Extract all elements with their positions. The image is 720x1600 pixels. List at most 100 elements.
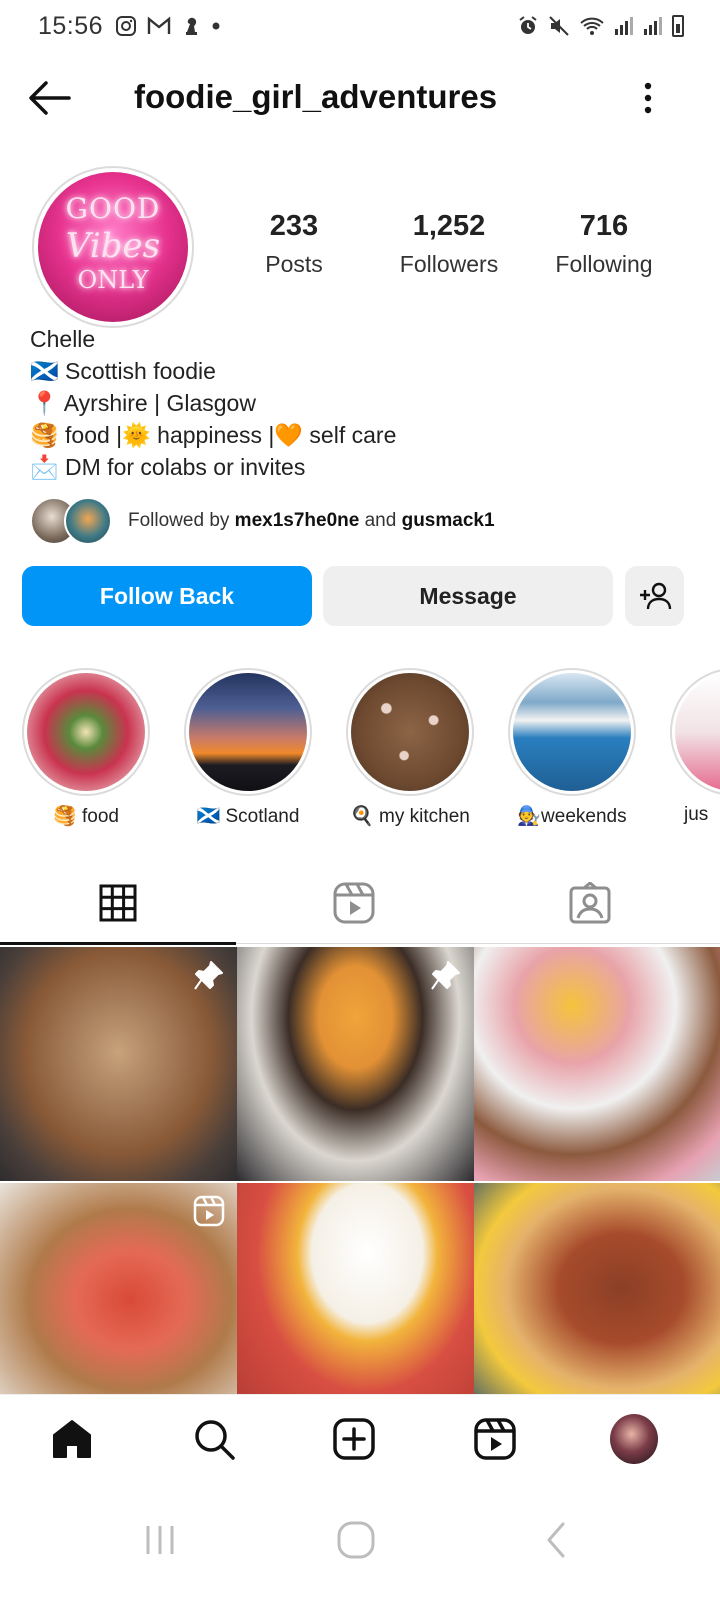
gmail-icon — [147, 16, 171, 34]
stat-label: Posts — [265, 251, 323, 277]
home-button[interactable] — [336, 1520, 376, 1560]
system-navigation-bar — [0, 1486, 720, 1600]
story-highlights: 🥞 food 🏴󠁧󠁢󠁳󠁣󠁴󠁿 Scotland 🍳 my kitchen 🧑‍🔧… — [0, 668, 720, 838]
home-icon — [53, 1420, 91, 1458]
highlight-cover — [27, 673, 145, 791]
nav-search[interactable] — [190, 1415, 238, 1463]
recent-apps-icon — [146, 1526, 174, 1554]
status-system-icons — [517, 15, 684, 37]
wifi-icon — [580, 17, 604, 35]
followed-by-text: Followed by mex1s7he0ne and gusmack1 — [128, 510, 495, 532]
grid-icon — [99, 884, 137, 922]
bio-line: 📩 DM for colabs or invites — [30, 454, 306, 480]
status-time: 15:56 — [38, 11, 104, 40]
avatar-neon-text: ONLY — [77, 266, 149, 294]
mutual-followers[interactable]: Followed by mex1s7he0ne and gusmack1 — [30, 494, 495, 548]
back-button[interactable] — [26, 78, 76, 118]
stat-value: 716 — [579, 210, 629, 242]
signal-icon — [644, 17, 662, 35]
stat-value: 233 — [269, 210, 319, 242]
suggested-users-button[interactable] — [625, 566, 684, 626]
status-notification-icons — [115, 15, 221, 37]
highlight-label: 🏴󠁧󠁢󠁳󠁣󠁴󠁿 Scotland — [196, 806, 300, 827]
stat-followers[interactable]: 1,252 Followers — [379, 210, 519, 278]
reels-icon — [474, 1418, 516, 1460]
avatar — [64, 497, 112, 545]
profile-avatar — [610, 1414, 658, 1464]
highlight-cover — [513, 673, 631, 791]
chevron-left-icon — [547, 1522, 565, 1558]
stat-value: 1,252 — [412, 210, 486, 242]
bio-line: 🏴󠁧󠁢󠁳󠁣󠁴󠁿 Scottish foodie — [30, 358, 216, 384]
tagged-icon — [569, 882, 611, 924]
tab-reels[interactable] — [236, 862, 472, 944]
highlight-ring — [184, 668, 312, 796]
profile-avatar-image: GOOD Vibes ONLY — [38, 172, 188, 322]
highlight-ring — [22, 668, 150, 796]
instagram-icon — [116, 16, 137, 36]
stat-posts[interactable]: 233 Posts — [224, 210, 364, 278]
highlight-ring — [508, 668, 636, 796]
tab-tagged[interactable] — [472, 862, 708, 944]
highlight-label: 🍳 my kitchen — [350, 806, 470, 827]
alarm-icon — [519, 16, 537, 34]
highlight-cover — [675, 673, 720, 791]
followed-by-user[interactable]: gusmack1 — [402, 510, 495, 531]
highlight-cover — [351, 673, 469, 791]
profile-username: foodie_girl_adventures — [134, 78, 498, 115]
reel-icon — [193, 1195, 225, 1227]
avatar-neon-text: GOOD — [65, 192, 161, 225]
more-vertical-icon — [644, 82, 652, 114]
nav-reels[interactable] — [471, 1415, 519, 1463]
more-options-button[interactable] — [640, 78, 680, 118]
post-thumbnail[interactable] — [237, 947, 474, 1181]
message-button[interactable]: Message — [323, 566, 613, 626]
followed-by-and: and — [359, 510, 402, 531]
profile-tabs — [0, 862, 720, 945]
chess-icon — [186, 17, 198, 35]
profile-avatar[interactable]: GOOD Vibes ONLY — [32, 166, 194, 328]
tab-active-indicator — [0, 942, 236, 945]
arrow-left-icon — [29, 81, 71, 115]
highlight-label: jus — [684, 804, 709, 825]
pin-icon — [431, 961, 460, 990]
back-system-button[interactable] — [536, 1520, 576, 1560]
stat-label: Followers — [399, 251, 499, 277]
battery-icon — [672, 15, 684, 37]
post-thumbnail[interactable] — [0, 1183, 237, 1417]
bottom-navigation — [0, 1394, 720, 1486]
bio-line: 🥞 food |🌞 happiness |🧡 self care — [30, 422, 397, 448]
nav-create[interactable] — [330, 1415, 378, 1463]
dot-icon — [212, 22, 220, 30]
signal-icon — [615, 17, 633, 35]
pin-icon — [194, 961, 223, 990]
post-thumbnail[interactable] — [237, 1183, 474, 1417]
followed-by-user[interactable]: mex1s7he0ne — [235, 510, 360, 531]
highlight-jus[interactable]: jus — [670, 668, 720, 826]
stat-label: Following — [555, 251, 653, 277]
highlight-my-kitchen[interactable]: 🍳 my kitchen — [346, 668, 474, 828]
mutual-avatars — [30, 495, 114, 547]
recent-apps-button[interactable] — [140, 1520, 180, 1560]
post-thumbnail[interactable] — [474, 1183, 720, 1417]
profile-bio: Chelle 🏴󠁧󠁢󠁳󠁣󠁴󠁿 Scottish foodie 📍 Ayrshir… — [30, 324, 690, 483]
post-thumbnail[interactable] — [474, 947, 720, 1181]
highlight-ring — [346, 668, 474, 796]
follow-back-button[interactable]: Follow Back — [22, 566, 312, 626]
highlight-label: 🥞 food — [53, 806, 119, 827]
nav-profile[interactable] — [610, 1414, 658, 1464]
highlight-weekends[interactable]: 🧑‍🔧weekends — [508, 668, 636, 828]
highlight-food[interactable]: 🥞 food — [22, 668, 150, 828]
stat-following[interactable]: 716 Following — [534, 210, 674, 278]
avatar-neon-text: Vibes — [65, 226, 161, 266]
highlight-label: 🧑‍🔧weekends — [517, 806, 627, 827]
tab-posts-grid[interactable] — [0, 862, 236, 945]
nav-home[interactable] — [48, 1415, 96, 1463]
bio-line: 📍 Ayrshire | Glasgow — [30, 390, 256, 416]
status-bar: 15:56 — [0, 0, 720, 52]
mute-icon — [549, 16, 569, 36]
create-icon — [333, 1418, 375, 1460]
add-person-icon — [639, 582, 671, 610]
highlight-scotland[interactable]: 🏴󠁧󠁢󠁳󠁣󠁴󠁿 Scotland — [184, 668, 312, 828]
post-thumbnail[interactable] — [0, 947, 237, 1181]
